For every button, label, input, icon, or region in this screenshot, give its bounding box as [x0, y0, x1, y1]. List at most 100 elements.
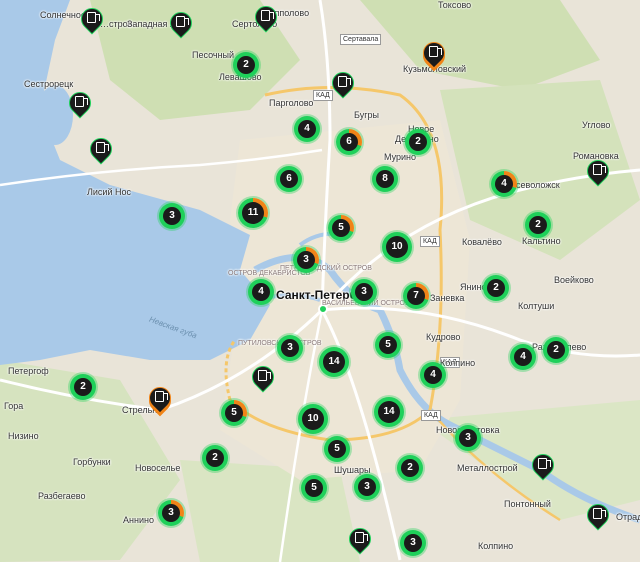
place-label: Бугры	[354, 110, 379, 120]
cluster-count: 3	[459, 429, 477, 447]
charging-station-pin[interactable]	[582, 155, 614, 187]
cluster-count: 4	[495, 175, 513, 193]
place-label: Песочный	[192, 50, 235, 60]
station-cluster[interactable]: 5	[375, 332, 401, 358]
cluster-count: 4	[514, 348, 532, 366]
fuel-pump-icon	[593, 164, 606, 175]
fuel-pump-icon	[176, 16, 189, 27]
cluster-count: 4	[252, 283, 270, 301]
station-cluster[interactable]: 2	[405, 129, 431, 155]
fuel-pump-icon	[155, 391, 168, 402]
place-label: Воейково	[554, 275, 594, 285]
station-cluster[interactable]: 4	[491, 171, 517, 197]
fuel-pump-icon	[338, 76, 351, 87]
station-cluster[interactable]: 6	[276, 166, 302, 192]
place-label: Аннино	[123, 515, 154, 525]
cluster-count: 11	[242, 202, 264, 224]
place-label: Ковалёво	[462, 237, 502, 247]
station-cluster[interactable]: 10	[382, 232, 412, 262]
charging-station-pin[interactable]	[582, 499, 614, 531]
road-shield-kad: КАД	[420, 236, 440, 247]
station-cluster[interactable]: 2	[483, 275, 509, 301]
cluster-count: 5	[332, 219, 350, 237]
station-cluster[interactable]: 2	[233, 52, 259, 78]
station-cluster[interactable]: 6	[336, 129, 362, 155]
fuel-pump-icon	[87, 12, 100, 23]
charging-station-pin[interactable]	[327, 67, 359, 99]
place-label: Заневка	[430, 293, 465, 303]
station-cluster[interactable]: 2	[397, 455, 423, 481]
place-label: Мурино	[384, 152, 417, 162]
charging-station-pin[interactable]	[527, 449, 559, 481]
station-cluster[interactable]: 3	[277, 335, 303, 361]
place-label: Углово	[582, 120, 611, 130]
station-cluster[interactable]: 3	[158, 500, 184, 526]
charging-station-pin[interactable]	[85, 133, 117, 165]
charging-station-pin[interactable]	[250, 1, 282, 33]
cluster-count: 3	[281, 339, 299, 357]
cluster-count: 3	[162, 504, 180, 522]
charging-station-pin[interactable]	[344, 523, 376, 555]
cluster-count: 2	[409, 133, 427, 151]
cluster-count: 14	[323, 351, 345, 373]
place-label: Понтонный	[504, 499, 551, 509]
cluster-count: 3	[297, 251, 315, 269]
cluster-count: 10	[386, 236, 408, 258]
cluster-count: 6	[280, 170, 298, 188]
station-cluster[interactable]: 2	[202, 445, 228, 471]
cluster-count: 4	[424, 366, 442, 384]
station-cluster[interactable]: 4	[420, 362, 446, 388]
station-cluster[interactable]: 10	[298, 404, 328, 434]
place-label: Сестрорецк	[24, 79, 74, 89]
station-cluster[interactable]: 3	[455, 425, 481, 451]
station-cluster[interactable]: 5	[328, 215, 354, 241]
fuel-pump-icon	[538, 458, 551, 469]
station-cluster[interactable]: 5	[324, 436, 350, 462]
cluster-count: 5	[328, 440, 346, 458]
station-cluster[interactable]: 4	[248, 279, 274, 305]
fuel-pump-icon	[261, 10, 274, 21]
road-shield-kad: КАД	[313, 90, 333, 101]
place-label: Лисий Нос	[87, 187, 131, 197]
station-cluster[interactable]: 5	[301, 475, 327, 501]
charging-station-pin[interactable]	[165, 7, 197, 39]
station-cluster[interactable]: 3	[400, 530, 426, 556]
station-cluster[interactable]: 3	[159, 203, 185, 229]
station-cluster[interactable]: 8	[372, 166, 398, 192]
cluster-count: 3	[163, 207, 181, 225]
place-label: Колтуши	[518, 301, 555, 311]
station-cluster[interactable]: 4	[510, 344, 536, 370]
station-cluster[interactable]: 3	[351, 279, 377, 305]
station-cluster[interactable]: 2	[543, 337, 569, 363]
station-cluster[interactable]: 3	[293, 247, 319, 273]
charging-station-pin[interactable]	[76, 3, 108, 35]
place-label: Петергоф	[8, 366, 49, 376]
place-label: Горбунки	[73, 457, 111, 467]
station-cluster[interactable]: 14	[374, 397, 404, 427]
place-label: Гора	[4, 401, 24, 411]
charging-station-pin[interactable]	[144, 382, 176, 414]
station-cluster[interactable]: 11	[238, 198, 268, 228]
charging-station-pin[interactable]	[64, 87, 96, 119]
place-label: Токсово	[438, 0, 472, 10]
district-label: ОСТРОВ ДЕКАБРИСТОВ	[228, 270, 311, 277]
charging-station-pin[interactable]	[418, 37, 450, 69]
place-label: Металлострой	[457, 463, 518, 473]
fuel-pump-icon	[75, 96, 88, 107]
map-canvas[interactable]: Сертавала КАД КАД КАД КАД Солнечное …стр…	[0, 0, 640, 562]
place-label: Новоселье	[135, 463, 181, 473]
station-cluster[interactable]: 3	[354, 474, 380, 500]
place-label: Низино	[8, 431, 39, 441]
station-cluster[interactable]: 2	[70, 374, 96, 400]
place-label: Колпино	[478, 541, 514, 551]
station-cluster[interactable]: 5	[221, 400, 247, 426]
station-cluster[interactable]: 7	[403, 283, 429, 309]
cluster-count: 2	[547, 341, 565, 359]
cluster-count: 8	[376, 170, 394, 188]
cluster-count: 5	[225, 404, 243, 422]
road-shield-sertavala: Сертавала	[340, 34, 382, 45]
station-cluster[interactable]: 4	[294, 116, 320, 142]
station-cluster[interactable]: 14	[319, 347, 349, 377]
station-cluster[interactable]: 2	[525, 212, 551, 238]
charging-station-pin[interactable]	[247, 361, 279, 393]
